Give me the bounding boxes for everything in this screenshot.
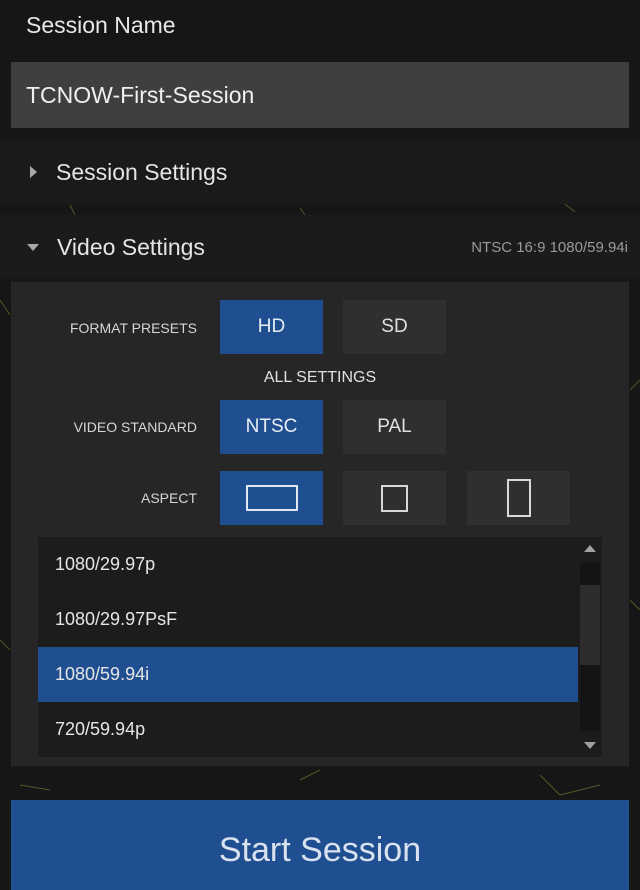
aspect-portrait-button[interactable]	[467, 471, 570, 525]
resolution-item-720-5994p[interactable]: 720/59.94p	[38, 702, 578, 757]
resolution-item-1080-5994i[interactable]: 1080/59.94i	[38, 647, 578, 702]
video-standard-pal-button[interactable]: PAL	[343, 400, 446, 454]
video-standard-ntsc-button[interactable]: NTSC	[220, 400, 323, 454]
all-settings-label: ALL SETTINGS	[263, 369, 377, 386]
start-session-button[interactable]: Start Session	[11, 800, 629, 890]
resolution-item-1080-2997p[interactable]: 1080/29.97p	[38, 537, 578, 592]
aspect-portrait-icon	[506, 479, 531, 517]
video-settings-summary: NTSC 16:9 1080/59.94i	[471, 238, 628, 256]
format-preset-hd-button[interactable]: HD	[220, 300, 323, 354]
aspect-4x3-button[interactable]	[343, 471, 446, 525]
resolution-list-scrollbar[interactable]	[578, 537, 602, 757]
video-settings-panel: FORMAT PRESETS HD SD ALL SETTINGS VIDEO …	[11, 282, 629, 766]
chevron-down-icon	[27, 243, 39, 251]
aspect-16x9-button[interactable]	[220, 471, 323, 525]
video-settings-header[interactable]: Video Settings NTSC 16:9 1080/59.94i	[0, 215, 640, 279]
session-settings-header[interactable]: Session Settings	[0, 140, 640, 204]
resolution-list[interactable]: 1080/29.97p 1080/29.97PsF 1080/59.94i 72…	[38, 537, 602, 757]
video-settings-label: Video Settings	[57, 233, 205, 260]
scroll-down-icon[interactable]	[584, 742, 596, 749]
session-setup-panel: Session Name Session Settings Video Sett…	[0, 0, 640, 890]
aspect-16x9-icon	[245, 485, 298, 511]
session-name-input[interactable]	[11, 62, 629, 128]
resolution-item-1080-2997psf[interactable]: 1080/29.97PsF	[38, 592, 578, 647]
aspect-label: ASPECT	[140, 490, 197, 506]
session-settings-label: Session Settings	[56, 158, 228, 185]
format-presets-label: FORMAT PRESETS	[69, 320, 197, 336]
aspect-4x3-icon	[381, 484, 408, 512]
scroll-up-icon[interactable]	[584, 545, 596, 552]
format-preset-sd-button[interactable]: SD	[343, 300, 446, 354]
video-standard-label: VIDEO STANDARD	[73, 419, 197, 435]
scroll-thumb[interactable]	[580, 585, 600, 665]
session-name-label: Session Name	[26, 12, 176, 38]
chevron-right-icon	[30, 166, 37, 178]
